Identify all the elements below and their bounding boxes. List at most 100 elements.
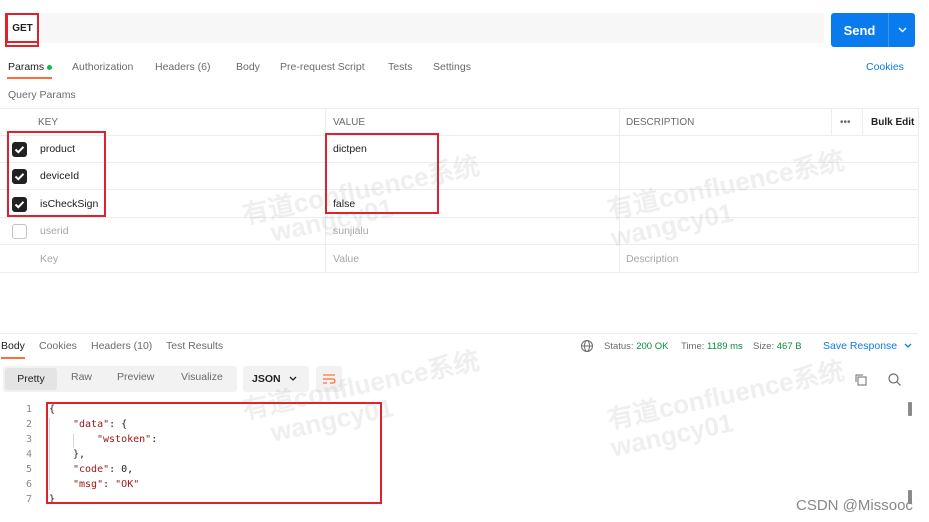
check-icon bbox=[14, 201, 25, 209]
json-string: "OK" bbox=[115, 479, 140, 490]
cookies-link[interactable]: Cookies bbox=[866, 61, 904, 73]
code-text: "data": { bbox=[73, 419, 127, 430]
size-value: 467 B bbox=[776, 341, 802, 352]
tab-settings[interactable]: Settings bbox=[433, 61, 471, 73]
tab-authorization[interactable]: Authorization bbox=[72, 61, 133, 73]
send-button[interactable]: Send bbox=[831, 13, 915, 47]
column-header-description: DESCRIPTION bbox=[626, 116, 695, 128]
code-line: 5 "code": 0, bbox=[0, 462, 900, 477]
line-number: 4 bbox=[25, 449, 32, 460]
chevron-down-icon bbox=[289, 376, 297, 381]
tab-params[interactable]: Params bbox=[8, 61, 53, 73]
line-number: 5 bbox=[25, 464, 32, 475]
tab-pre-request-script[interactable]: Pre-request Script bbox=[280, 61, 365, 73]
size-info[interactable]: Size: 467 B bbox=[753, 341, 802, 352]
send-button-label: Send bbox=[843, 22, 876, 38]
response-active-underline bbox=[1, 357, 25, 359]
search-icon[interactable] bbox=[887, 372, 902, 390]
row-checkbox[interactable] bbox=[12, 169, 27, 184]
view-pretty[interactable]: Pretty bbox=[5, 368, 57, 390]
method-select[interactable]: GET bbox=[6, 13, 39, 43]
params-active-dot bbox=[47, 64, 53, 70]
param-key[interactable]: isCheckSign bbox=[40, 190, 98, 217]
code-line: 1 { bbox=[0, 402, 900, 417]
json-punct: : { bbox=[109, 419, 128, 430]
row-checkbox[interactable] bbox=[12, 224, 27, 239]
response-body-code[interactable]: 1 { 2 "data": { 3 "wstoken": 4 }, 5 "cod… bbox=[0, 402, 918, 512]
param-key[interactable]: deviceId bbox=[40, 163, 79, 189]
table-header-row: KEY VALUE DESCRIPTION ••• Bulk Edit bbox=[0, 108, 918, 136]
tab-params-label: Params bbox=[8, 61, 45, 73]
code-text: "code": 0, bbox=[73, 464, 133, 475]
new-value-input[interactable]: Value bbox=[333, 245, 359, 272]
line-number: 2 bbox=[25, 419, 32, 430]
more-options-icon[interactable]: ••• bbox=[840, 109, 851, 135]
format-select[interactable]: JSON bbox=[243, 366, 309, 392]
time-label: Time: bbox=[681, 341, 705, 352]
size-label: Size: bbox=[753, 341, 775, 352]
line-number: 3 bbox=[25, 434, 32, 445]
line-number: 7 bbox=[25, 494, 32, 505]
code-text: }, bbox=[73, 449, 86, 460]
row-checkbox[interactable] bbox=[12, 197, 27, 212]
chevron-down-icon[interactable] bbox=[889, 27, 915, 33]
response-tabs: Body Cookies Headers (10) Test Results S… bbox=[0, 339, 929, 359]
new-description-input[interactable]: Description bbox=[626, 245, 679, 272]
new-key-input[interactable]: Key bbox=[40, 245, 58, 272]
check-icon bbox=[14, 173, 25, 181]
line-number: 6 bbox=[25, 479, 32, 490]
view-mode-group: Pretty Raw Preview Visualize bbox=[3, 366, 237, 392]
json-key: "data" bbox=[73, 419, 110, 430]
credit-watermark: CSDN @Missooc bbox=[796, 497, 913, 514]
response-tab-cookies[interactable]: Cookies bbox=[39, 340, 77, 352]
param-key[interactable]: product bbox=[40, 136, 75, 162]
view-raw[interactable]: Raw bbox=[71, 371, 92, 383]
status-info[interactable]: Status: 200 OK bbox=[604, 341, 668, 352]
column-header-value: VALUE bbox=[333, 116, 366, 128]
request-tabs: Params Authorization Headers (6) Body Pr… bbox=[0, 58, 929, 79]
table-row-new: Key Value Description bbox=[0, 245, 918, 273]
tab-body[interactable]: Body bbox=[236, 61, 260, 73]
globe-icon[interactable] bbox=[580, 339, 594, 356]
code-line: 4 }, bbox=[0, 447, 900, 462]
column-divider bbox=[918, 108, 919, 273]
status-value: 200 OK bbox=[636, 341, 669, 352]
param-key[interactable]: userid bbox=[40, 218, 69, 244]
table-row: deviceId bbox=[0, 163, 918, 190]
time-value: 1189 ms bbox=[707, 341, 743, 352]
url-input[interactable] bbox=[40, 13, 824, 43]
response-tab-body[interactable]: Body bbox=[1, 340, 25, 352]
check-icon bbox=[14, 146, 25, 154]
param-value[interactable]: sunjialu bbox=[333, 218, 369, 244]
status-label: Status: bbox=[604, 341, 634, 352]
code-text: } bbox=[49, 494, 56, 505]
response-tab-test-results[interactable]: Test Results bbox=[166, 340, 223, 352]
table-row: isCheckSign false bbox=[0, 190, 918, 218]
wrap-lines-icon[interactable] bbox=[316, 366, 342, 392]
code-line: 2 "data": { bbox=[0, 417, 900, 432]
scrollbar-thumb[interactable] bbox=[908, 402, 912, 416]
response-tab-headers[interactable]: Headers (10) bbox=[91, 340, 152, 352]
json-punct: : bbox=[103, 479, 116, 490]
json-key: "wstoken" bbox=[97, 434, 152, 445]
view-preview[interactable]: Preview bbox=[117, 371, 154, 383]
copy-icon[interactable] bbox=[854, 373, 867, 389]
table-row: product dictpen bbox=[0, 136, 918, 163]
bulk-edit-button[interactable]: Bulk Edit bbox=[871, 109, 914, 135]
chevron-down-icon bbox=[904, 343, 912, 348]
code-line: 6 "msg": "OK" bbox=[0, 477, 900, 492]
tab-headers[interactable]: Headers (6) bbox=[155, 61, 210, 73]
save-response-button[interactable]: Save Response bbox=[823, 340, 912, 352]
query-params-title: Query Params bbox=[8, 89, 76, 101]
code-text: { bbox=[49, 404, 56, 415]
tab-tests[interactable]: Tests bbox=[388, 61, 413, 73]
row-checkbox[interactable] bbox=[12, 142, 27, 157]
param-value[interactable]: false bbox=[333, 190, 355, 217]
param-value[interactable]: dictpen bbox=[333, 136, 367, 162]
view-visualize[interactable]: Visualize bbox=[181, 371, 223, 383]
save-response-label: Save Response bbox=[823, 340, 898, 352]
time-info[interactable]: Time: 1189 ms bbox=[681, 341, 743, 352]
json-punct: : 0, bbox=[109, 464, 134, 475]
response-divider bbox=[0, 333, 918, 334]
code-line: 3 "wstoken": bbox=[0, 432, 900, 447]
